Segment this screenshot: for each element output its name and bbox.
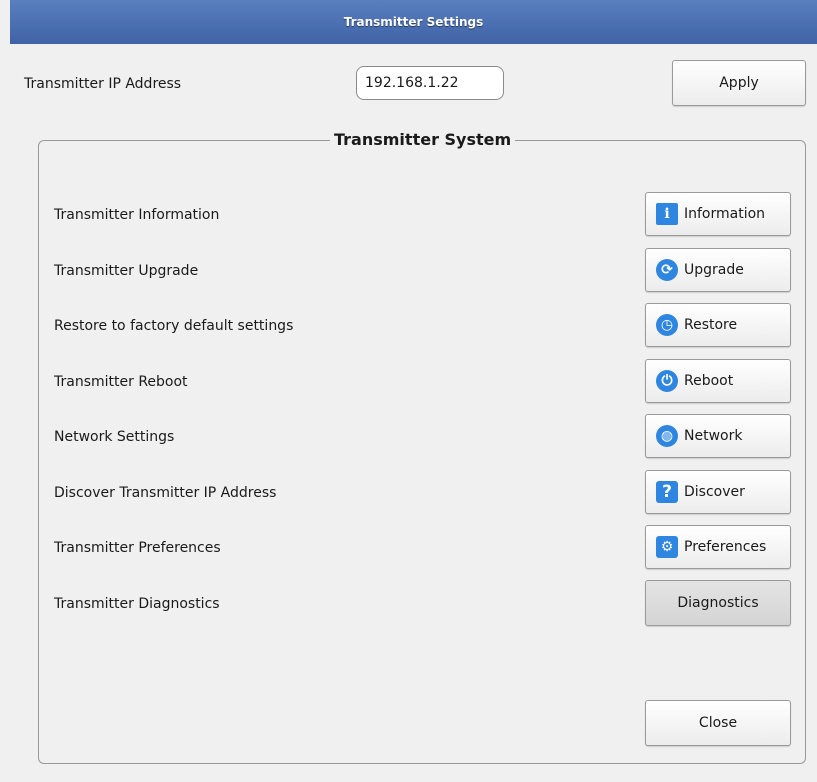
information-button-label: Information [684, 206, 766, 222]
group-title: Transmitter System [330, 130, 516, 149]
row-label-preferences: Transmitter Preferences [54, 540, 221, 556]
globe-icon: ◍ [656, 425, 678, 447]
gear-icon: ⚙ [656, 536, 678, 558]
reboot-button[interactable]: ⏻ Reboot [645, 359, 791, 403]
window-titlebar: Transmitter Settings [10, 0, 817, 44]
diagnostics-button[interactable]: Diagnostics [645, 580, 791, 626]
row-label-diagnostics: Transmitter Diagnostics [54, 596, 220, 612]
row-label-upgrade: Transmitter Upgrade [54, 263, 199, 279]
row-label-information: Transmitter Information [54, 207, 220, 223]
upgrade-button-label: Upgrade [684, 262, 744, 278]
upgrade-button[interactable]: ⟳ Upgrade [645, 248, 791, 292]
preferences-button[interactable]: ⚙ Preferences [645, 525, 791, 569]
discover-button-label: Discover [684, 484, 745, 500]
question-icon: ? [656, 481, 678, 503]
close-button[interactable]: Close [645, 700, 791, 746]
restore-button-label: Restore [684, 317, 738, 333]
discover-button[interactable]: ? Discover [645, 470, 791, 514]
ip-address-input[interactable] [356, 66, 504, 100]
restore-button[interactable]: ◷ Restore [645, 303, 791, 347]
history-icon: ◷ [656, 314, 678, 336]
apply-button[interactable]: Apply [672, 60, 806, 106]
row-label-restore: Restore to factory default settings [54, 318, 294, 334]
row-label-network: Network Settings [54, 429, 175, 445]
row-label-discover: Discover Transmitter IP Address [54, 485, 277, 501]
ip-address-label: Transmitter IP Address [24, 76, 182, 92]
network-button[interactable]: ◍ Network [645, 414, 791, 458]
window-title: Transmitter Settings [343, 15, 484, 29]
power-icon: ⏻ [656, 370, 678, 392]
preferences-button-label: Preferences [684, 539, 767, 555]
information-button[interactable]: i Information [645, 192, 791, 236]
reboot-button-label: Reboot [684, 373, 734, 389]
row-label-reboot: Transmitter Reboot [54, 374, 188, 390]
network-button-label: Network [684, 428, 743, 444]
refresh-icon: ⟳ [656, 259, 678, 281]
info-icon: i [656, 203, 678, 225]
